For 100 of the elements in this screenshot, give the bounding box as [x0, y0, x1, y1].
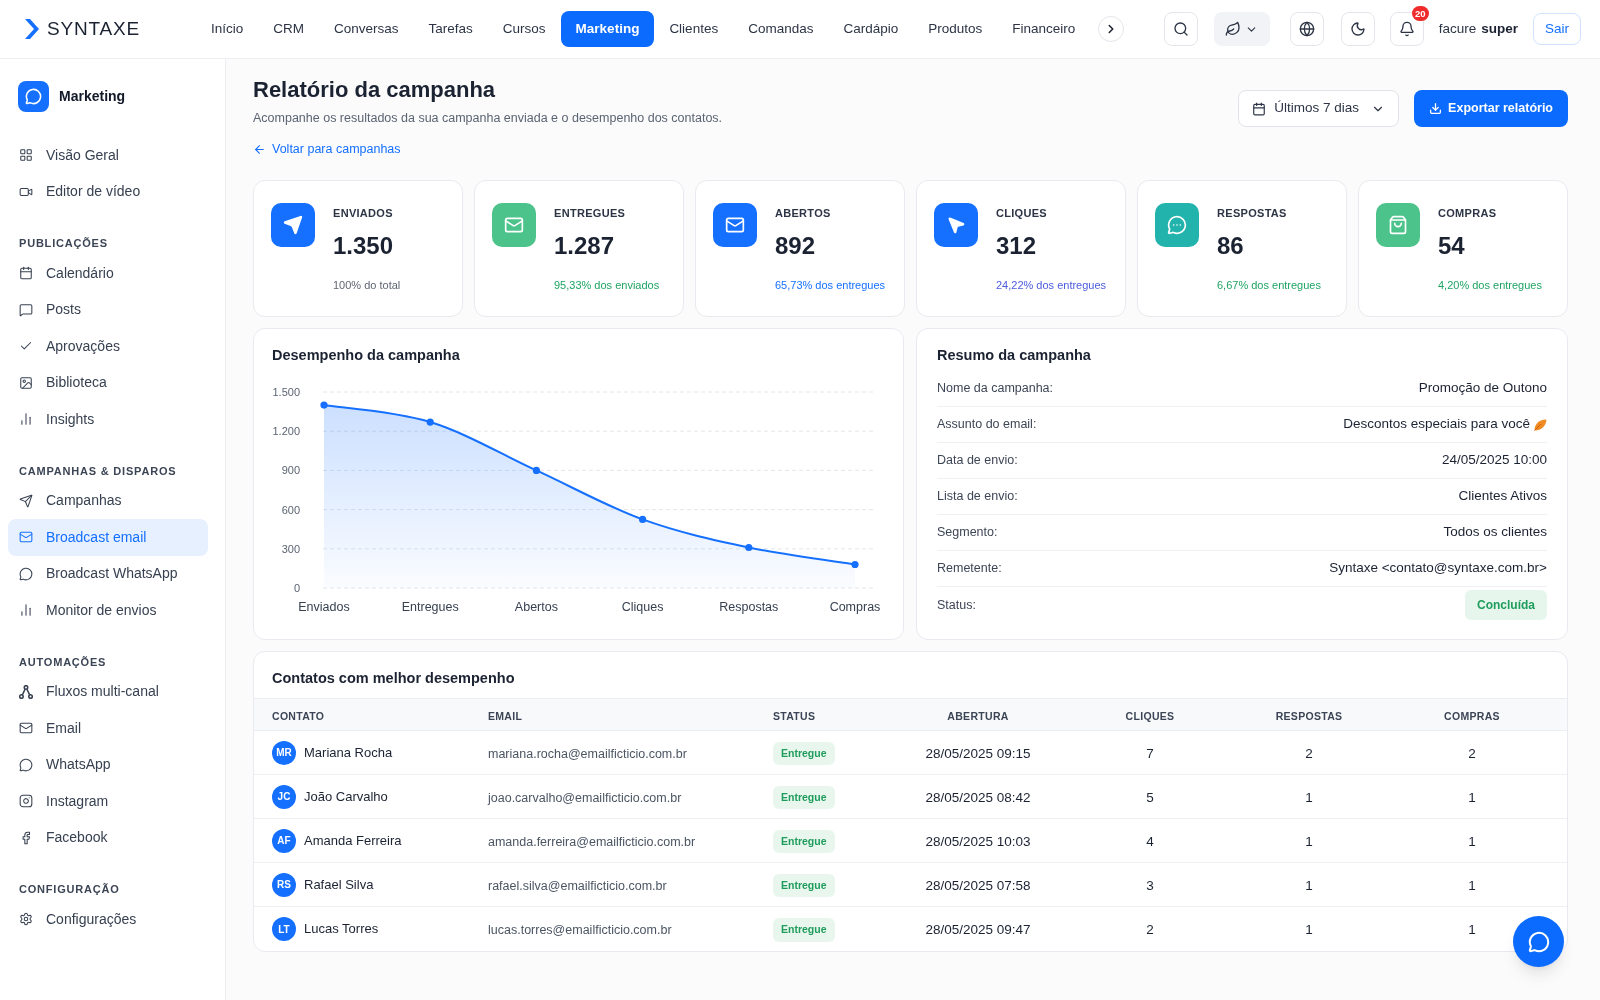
- chevron-logo-icon: [25, 19, 39, 39]
- summary-value: Clientes Ativos: [1458, 487, 1547, 506]
- logout-button[interactable]: Sair: [1533, 13, 1581, 45]
- summary-value: Syntaxe <contato@syntaxe.com.br>: [1329, 559, 1547, 578]
- settings-icon: [19, 912, 33, 927]
- avatar-initials: MR: [272, 740, 296, 765]
- avatar-initials: RS: [272, 872, 296, 897]
- purchases-count: 1: [1468, 833, 1476, 849]
- nav-tab[interactable]: CRM: [258, 11, 320, 47]
- notifications-button[interactable]: [1389, 12, 1424, 46]
- user-name: facure: [1438, 19, 1477, 38]
- stat-note: 95,33% dos enviados: [554, 278, 660, 292]
- user-role: super: [1481, 19, 1518, 38]
- clicks-count: 7: [1146, 745, 1154, 761]
- stat-value: 312: [996, 231, 1037, 261]
- nav-tab[interactable]: Comandas: [733, 11, 829, 47]
- sidebar-item[interactable]: Calendário: [8, 255, 208, 292]
- nav-tab[interactable]: Cursos: [487, 11, 561, 47]
- stat-value: 86: [1217, 231, 1244, 261]
- axis-label: 300: [281, 542, 300, 555]
- dark-mode-button[interactable]: [1340, 12, 1375, 46]
- sidebar-item[interactable]: Configurações: [8, 901, 208, 938]
- summary-label: Lista de envio:: [937, 488, 1018, 506]
- back-link[interactable]: Voltar para campanhas: [253, 141, 401, 157]
- section-heading: PUBLICAÇÕES: [18, 236, 109, 251]
- data-point: [426, 418, 434, 426]
- contact-email: joao.carvalho@emailficticio.com.br: [488, 790, 682, 805]
- calendar-icon: [1252, 101, 1267, 116]
- sidebar-item[interactable]: Insights: [8, 401, 208, 438]
- sidebar-item[interactable]: Monitor de envios: [8, 592, 208, 629]
- grid-icon: [19, 148, 33, 163]
- mail-icon: [19, 530, 33, 545]
- search-button[interactable]: [1163, 12, 1198, 46]
- sidebar-item[interactable]: Aprovações: [8, 328, 208, 365]
- sidebar-item[interactable]: Biblioteca: [8, 364, 208, 401]
- scroll-right-button[interactable]: [1098, 16, 1125, 42]
- theme-switcher-button[interactable]: [1213, 12, 1270, 46]
- data-point: [745, 543, 753, 552]
- status-badge: Concluída: [1465, 590, 1547, 620]
- opened-at: 28/05/2025 10:03: [925, 833, 1031, 849]
- status-badge: Entregue: [773, 785, 835, 810]
- sidebar-item[interactable]: Editor de vídeo: [8, 173, 208, 210]
- sidebar-item[interactable]: Broadcast email: [8, 519, 208, 556]
- nav-tab[interactable]: Tarefas: [413, 11, 488, 47]
- page-subtitle: Acompanhe os resultados da sua campanha enviada e o desempenho dos contatos.: [253, 110, 723, 126]
- stat-label: ABERTOS: [775, 206, 831, 220]
- stat-note: 100% do total: [333, 278, 401, 292]
- axis-label: 600: [281, 503, 300, 516]
- contact-name: Amanda Ferreira: [304, 831, 402, 850]
- sidebar-item[interactable]: Fluxos multi-canal: [8, 673, 208, 710]
- language-button[interactable]: [1289, 12, 1324, 46]
- nav-tab[interactable]: Conversas: [319, 11, 414, 47]
- status-badge: Entregue: [773, 741, 835, 766]
- sidebar-item[interactable]: Broadcast WhatsApp: [8, 555, 208, 592]
- download-icon: [1429, 102, 1443, 115]
- column-header: ABERTURA: [947, 709, 1009, 722]
- period-dropdown[interactable]: Últimos 7 dias: [1238, 90, 1400, 127]
- stat-label: RESPOSTAS: [1217, 206, 1287, 220]
- axis-label: 900: [281, 464, 300, 477]
- stat-label: COMPRAS: [1438, 206, 1497, 220]
- nav-tab[interactable]: Produtos: [913, 11, 998, 47]
- nav-tab[interactable]: Clientes: [654, 11, 734, 47]
- contact-email: lucas.torres@emailficticio.com.br: [488, 923, 672, 937]
- purchases-count: 1: [1468, 789, 1476, 805]
- section-heading: CAMPANHAS & DISPAROS: [18, 463, 178, 479]
- image-icon: [19, 375, 33, 390]
- clicks-count: 5: [1146, 789, 1154, 805]
- opened-at: 28/05/2025 09:47: [925, 922, 1031, 937]
- moon-icon: [1349, 21, 1366, 37]
- instagram-icon: [19, 794, 33, 809]
- sidebar-item[interactable]: Instagram: [8, 783, 208, 820]
- summary-label: Status:: [937, 596, 976, 614]
- nav-tab[interactable]: Marketing: [560, 11, 655, 47]
- clicks-count: 4: [1146, 833, 1154, 849]
- stat-label: ENTREGUES: [554, 206, 626, 220]
- avatar-initials: JC: [272, 784, 296, 809]
- sidebar-item[interactable]: WhatsApp: [8, 746, 208, 783]
- nav-tab[interactable]: Início: [196, 11, 259, 47]
- export-button[interactable]: Exportar relatório: [1414, 90, 1568, 127]
- calendar-icon: [19, 266, 33, 281]
- summary-value: Todos os clientes: [1443, 523, 1547, 542]
- data-point: [851, 560, 859, 569]
- column-header: EMAIL: [488, 709, 523, 722]
- sidebar-item[interactable]: Email: [8, 710, 208, 747]
- chat-bubble-icon: [19, 566, 33, 581]
- search-icon: [1172, 21, 1189, 37]
- nav-tab[interactable]: Cardápio: [828, 11, 914, 47]
- sidebar-item[interactable]: Facebook: [8, 819, 208, 856]
- sidebar-item[interactable]: Visão Geral: [8, 137, 208, 174]
- sidebar-item[interactable]: Campanhas: [8, 482, 208, 519]
- data-point: [320, 401, 328, 409]
- axis-label: Entregues: [401, 600, 459, 614]
- summary-value: Descontos especiais para você: [1343, 415, 1530, 434]
- nav-tab[interactable]: Financeiro: [997, 11, 1091, 47]
- sidebar-item[interactable]: Posts: [8, 291, 208, 328]
- summary-label: Nome da campanha:: [937, 380, 1054, 398]
- contact-name: Lucas Torres: [304, 920, 379, 939]
- bell-icon: [1398, 21, 1415, 37]
- axis-label: Respostas: [719, 600, 779, 614]
- clicks-count: 2: [1146, 922, 1154, 937]
